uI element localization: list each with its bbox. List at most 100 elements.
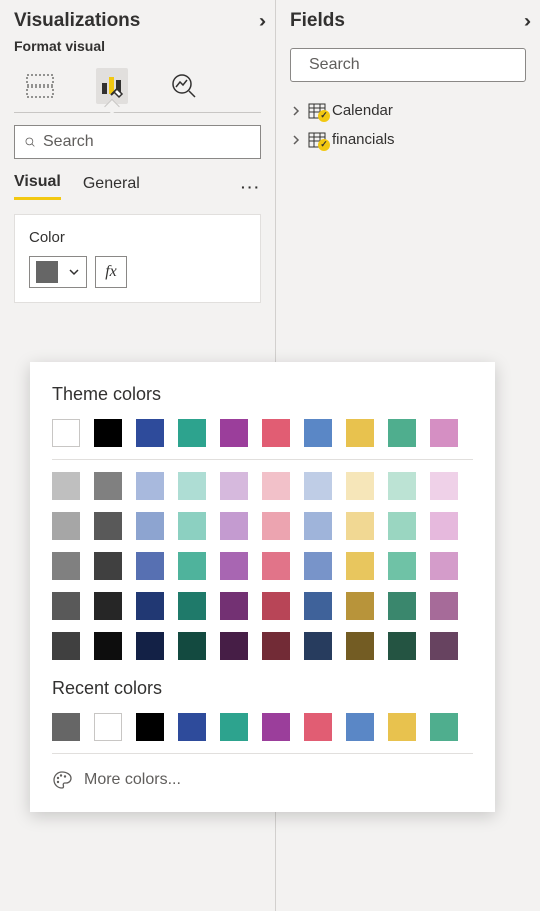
- checkmark-badge: ✓: [318, 139, 330, 151]
- color-swatch[interactable]: [430, 713, 458, 741]
- color-swatch[interactable]: [304, 713, 332, 741]
- color-swatch[interactable]: [430, 419, 458, 447]
- color-swatch[interactable]: [304, 472, 332, 500]
- chevron-right-icon: [290, 105, 302, 117]
- color-label: Color: [29, 229, 246, 246]
- color-swatch[interactable]: [262, 552, 290, 580]
- color-swatch[interactable]: [346, 552, 374, 580]
- color-swatch[interactable]: [262, 512, 290, 540]
- format-visual-icon[interactable]: [96, 68, 128, 104]
- color-swatch[interactable]: [346, 512, 374, 540]
- color-swatch[interactable]: [388, 512, 416, 540]
- more-colors-button[interactable]: More colors...: [52, 766, 473, 790]
- chevron-right-icon: [290, 134, 302, 146]
- format-search-box[interactable]: [14, 125, 261, 159]
- color-swatch[interactable]: [220, 632, 248, 660]
- theme-colors-heading: Theme colors: [52, 384, 473, 405]
- color-swatch[interactable]: [388, 419, 416, 447]
- collapse-visualizations-icon[interactable]: ››: [259, 11, 261, 32]
- color-swatch[interactable]: [94, 552, 122, 580]
- color-swatch[interactable]: [52, 419, 80, 447]
- fields-search-input[interactable]: [309, 56, 516, 74]
- color-swatch[interactable]: [220, 592, 248, 620]
- color-swatch[interactable]: [220, 512, 248, 540]
- color-swatch[interactable]: [178, 472, 206, 500]
- collapse-fields-icon[interactable]: ››: [524, 11, 526, 32]
- color-swatch[interactable]: [136, 592, 164, 620]
- color-swatch[interactable]: [388, 552, 416, 580]
- color-swatch[interactable]: [136, 419, 164, 447]
- color-swatch[interactable]: [136, 472, 164, 500]
- color-swatch[interactable]: [94, 592, 122, 620]
- color-swatch[interactable]: [52, 592, 80, 620]
- color-swatch[interactable]: [178, 419, 206, 447]
- color-swatch[interactable]: [52, 552, 80, 580]
- color-swatch[interactable]: [304, 592, 332, 620]
- tab-general[interactable]: General: [83, 175, 140, 199]
- color-swatch[interactable]: [262, 472, 290, 500]
- color-swatch[interactable]: [178, 632, 206, 660]
- color-swatch[interactable]: [94, 632, 122, 660]
- fields-header: Fields ››: [276, 0, 540, 38]
- color-swatch[interactable]: [136, 512, 164, 540]
- color-swatch[interactable]: [346, 419, 374, 447]
- color-swatch[interactable]: [430, 512, 458, 540]
- color-swatch[interactable]: [52, 512, 80, 540]
- color-swatch[interactable]: [136, 713, 164, 741]
- color-swatch[interactable]: [346, 592, 374, 620]
- color-swatch[interactable]: [94, 713, 122, 741]
- color-swatch[interactable]: [430, 632, 458, 660]
- analytics-icon[interactable]: [168, 68, 200, 104]
- more-colors-label: More colors...: [84, 771, 181, 789]
- field-table-item[interactable]: ✓ Calendar: [276, 96, 540, 125]
- color-swatch[interactable]: [430, 472, 458, 500]
- color-swatch[interactable]: [346, 472, 374, 500]
- color-swatch[interactable]: [388, 592, 416, 620]
- tab-more-icon[interactable]: ···: [241, 179, 261, 195]
- color-swatch[interactable]: [262, 592, 290, 620]
- field-table-item[interactable]: ✓ financials: [276, 125, 540, 154]
- color-swatch[interactable]: [262, 713, 290, 741]
- color-swatch[interactable]: [304, 552, 332, 580]
- color-swatch[interactable]: [262, 419, 290, 447]
- color-swatch[interactable]: [262, 632, 290, 660]
- visualizations-title: Visualizations: [14, 10, 140, 32]
- color-swatch[interactable]: [304, 419, 332, 447]
- format-search-input[interactable]: [43, 133, 250, 151]
- color-swatch[interactable]: [178, 512, 206, 540]
- color-swatch[interactable]: [136, 632, 164, 660]
- theme-primary-row: [52, 419, 473, 447]
- color-swatch[interactable]: [52, 713, 80, 741]
- color-swatch[interactable]: [220, 472, 248, 500]
- color-swatch[interactable]: [430, 592, 458, 620]
- color-swatch[interactable]: [94, 512, 122, 540]
- theme-variant-row: [52, 472, 473, 500]
- color-swatch[interactable]: [388, 472, 416, 500]
- color-swatch[interactable]: [136, 552, 164, 580]
- color-dropdown[interactable]: [29, 256, 87, 288]
- color-swatch[interactable]: [178, 552, 206, 580]
- color-swatch[interactable]: [52, 632, 80, 660]
- color-swatch[interactable]: [52, 472, 80, 500]
- color-swatch[interactable]: [94, 472, 122, 500]
- color-swatch[interactable]: [430, 552, 458, 580]
- fx-button[interactable]: fx: [95, 256, 127, 288]
- color-swatch[interactable]: [304, 512, 332, 540]
- color-swatch[interactable]: [178, 713, 206, 741]
- color-swatch[interactable]: [346, 632, 374, 660]
- color-swatch[interactable]: [304, 632, 332, 660]
- color-swatch[interactable]: [388, 632, 416, 660]
- color-swatch[interactable]: [346, 713, 374, 741]
- color-swatch[interactable]: [220, 419, 248, 447]
- field-table-name: Calendar: [332, 102, 393, 119]
- color-swatch[interactable]: [388, 713, 416, 741]
- color-swatch[interactable]: [220, 552, 248, 580]
- build-visual-icon[interactable]: [24, 68, 56, 104]
- palette-icon: [52, 770, 72, 790]
- color-swatch[interactable]: [178, 592, 206, 620]
- color-picker-popup: Theme colors Recent colors More colors..…: [30, 362, 495, 812]
- color-swatch[interactable]: [94, 419, 122, 447]
- color-swatch[interactable]: [220, 713, 248, 741]
- fields-search-box[interactable]: [290, 48, 526, 82]
- tab-visual[interactable]: Visual: [14, 173, 61, 200]
